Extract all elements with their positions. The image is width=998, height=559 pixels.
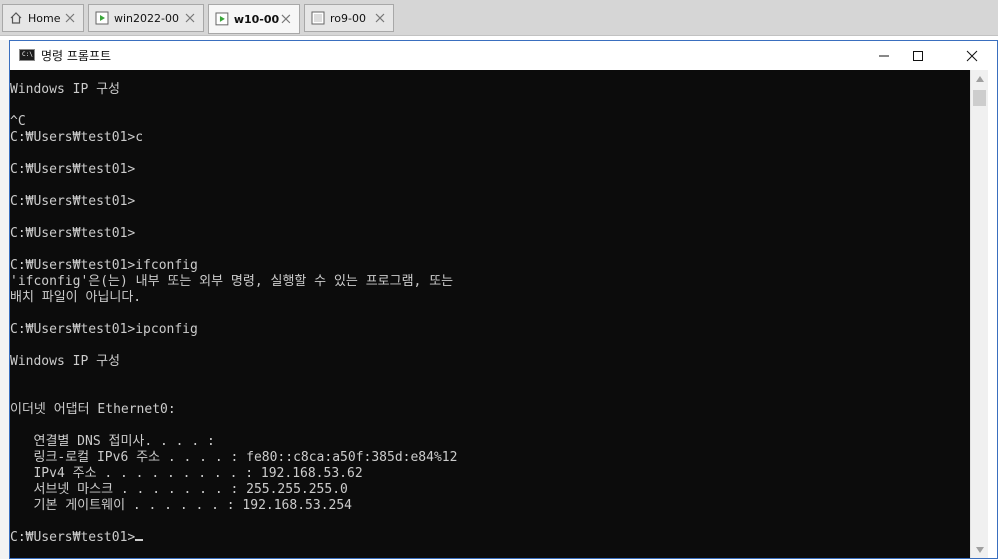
- host-tab-bar: Home win2022-00 w10-00 ro9-00: [0, 0, 998, 36]
- host-tab-label: w10-00: [233, 12, 280, 26]
- vm-icon: [95, 11, 109, 25]
- console-line: C:₩Users₩test01>c: [10, 130, 144, 145]
- close-icon[interactable]: [373, 11, 387, 25]
- console-line: C:₩Users₩test01>: [10, 162, 136, 177]
- minimize-icon: [879, 55, 889, 56]
- console-line: 서브넷 마스크 . . . . . . . : 255.255.255.0: [33, 482, 348, 497]
- console-line: C:₩Users₩test01>: [10, 194, 136, 209]
- console-output[interactable]: Windows IP 구성 ^C C:₩Users₩test01>c C:₩Us…: [10, 70, 970, 558]
- host-tab-label: ro9-00: [330, 11, 366, 25]
- host-tab-label: Home: [28, 11, 61, 25]
- host-tab-w10-00[interactable]: w10-00: [208, 4, 300, 34]
- command-prompt-window: C:\ 명령 프롬프트 Windows IP 구성 ^C C:₩Users₩te…: [9, 40, 998, 559]
- host-tab-label: win2022-00: [114, 11, 179, 25]
- console-line: 'ifconfig'은(는) 내부 또는 외부 명령, 실행할 수 있는 프로그…: [10, 274, 454, 289]
- close-icon[interactable]: [279, 12, 293, 26]
- maximize-icon: [913, 50, 923, 61]
- host-tab-home[interactable]: Home: [2, 4, 84, 32]
- console-line: 연결별 DNS 접미사. . . . :: [33, 434, 215, 449]
- console-line: Windows IP 구성: [10, 354, 121, 369]
- console-prompt: C:₩Users₩test01>: [10, 530, 136, 545]
- desktop-edge: [0, 40, 9, 559]
- host-tab-win2022-00[interactable]: win2022-00: [88, 4, 204, 32]
- close-icon[interactable]: [183, 11, 197, 25]
- home-icon: [9, 11, 23, 25]
- console-line: 링크-로컬 IPv6 주소 . . . . : fe80::c8ca:a50f:…: [33, 450, 458, 465]
- console-line: 이더넷 어댑터 Ethernet0:: [10, 402, 176, 417]
- console-line: 기본 게이트웨이 . . . . . . : 192.168.53.254: [33, 498, 352, 513]
- vertical-scrollbar[interactable]: [970, 70, 988, 558]
- console-text: Windows IP 구성 ^C C:₩Users₩test01>c C:₩Us…: [10, 82, 457, 546]
- console-line: C:₩Users₩test01>: [10, 226, 136, 241]
- maximize-button[interactable]: [895, 41, 941, 70]
- host-tab-ro9-00[interactable]: ro9-00: [304, 4, 394, 32]
- window-titlebar[interactable]: C:\ 명령 프롬프트: [10, 41, 997, 70]
- console-line: ^C: [10, 114, 26, 129]
- scroll-down-button[interactable]: [971, 541, 989, 558]
- cmd-icon: C:\: [19, 49, 35, 61]
- vm-icon: [311, 11, 325, 25]
- console-line: C:₩Users₩test01>ifconfig: [10, 258, 198, 273]
- chevron-up-icon: [976, 75, 984, 82]
- console-line: IPv4 주소 . . . . . . . . . : 192.168.53.6…: [33, 466, 363, 481]
- close-icon: [966, 50, 978, 61]
- chevron-down-icon: [976, 546, 984, 553]
- console-line: 배치 파일이 아닙니다.: [10, 290, 142, 305]
- text-cursor: [135, 539, 144, 541]
- window-title: 명령 프롬프트: [41, 49, 112, 63]
- close-button[interactable]: [949, 41, 995, 70]
- close-icon[interactable]: [63, 11, 77, 25]
- console-line: Windows IP 구성: [10, 82, 121, 97]
- vm-icon: [215, 12, 229, 26]
- scroll-up-button[interactable]: [971, 70, 989, 87]
- console-line: C:₩Users₩test01>ipconfig: [10, 322, 198, 337]
- scroll-thumb[interactable]: [973, 90, 986, 106]
- console-lines: Windows IP 구성 ^C C:₩Users₩test01>c C:₩Us…: [10, 82, 457, 513]
